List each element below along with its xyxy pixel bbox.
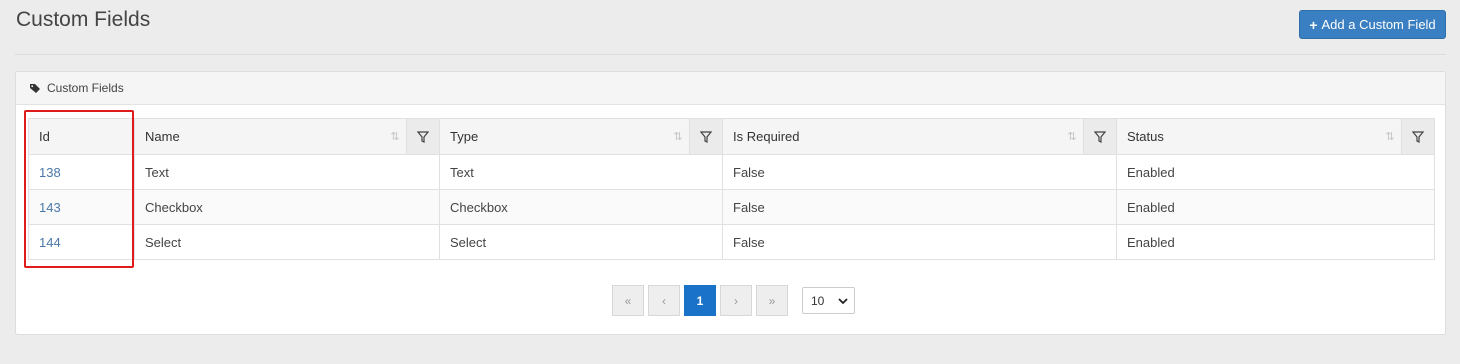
id-link[interactable]: 138 — [39, 165, 61, 180]
last-page-button[interactable]: » — [756, 285, 788, 316]
table-header-row: Id Name ⇅ Type ⇅ Is Required ⇅ Status ⇅ — [28, 118, 1435, 155]
cell-id: 144 — [28, 224, 135, 260]
table-row: 143 Checkbox Checkbox False Enabled — [28, 189, 1435, 225]
column-header-id[interactable]: Id — [28, 118, 135, 155]
cell-id: 143 — [28, 189, 135, 225]
column-header-name[interactable]: Name ⇅ — [134, 118, 440, 155]
cell-is-required: False — [722, 224, 1117, 260]
header-divider — [15, 54, 1446, 55]
first-page-button[interactable]: « — [612, 285, 644, 316]
cell-name: Text — [134, 154, 440, 190]
sort-icon[interactable]: ⇅ — [1061, 119, 1083, 154]
page-button-current[interactable]: 1 — [684, 285, 716, 316]
add-custom-field-label: Add a Custom Field — [1321, 17, 1436, 32]
page-title: Custom Fields — [16, 8, 151, 31]
sort-icon[interactable]: ⇅ — [1379, 119, 1401, 154]
cell-id: 138 — [28, 154, 135, 190]
cell-type: Select — [439, 224, 723, 260]
column-label: Id — [39, 129, 50, 144]
filter-icon[interactable] — [1401, 119, 1434, 154]
next-page-button[interactable]: › — [720, 285, 752, 316]
prev-page-button[interactable]: ‹ — [648, 285, 680, 316]
cell-type: Text — [439, 154, 723, 190]
table-row: 138 Text Text False Enabled — [28, 154, 1435, 190]
column-label: Is Required — [733, 129, 800, 144]
sort-icon[interactable]: ⇅ — [667, 119, 689, 154]
filter-icon[interactable] — [1083, 119, 1116, 154]
panel-heading: Custom Fields — [16, 72, 1445, 105]
sort-icon[interactable]: ⇅ — [384, 119, 406, 154]
filter-icon[interactable] — [406, 119, 439, 154]
cell-name: Select — [134, 224, 440, 260]
cell-status: Enabled — [1116, 224, 1435, 260]
page-size-select[interactable]: 10 — [802, 287, 855, 314]
column-label: Status — [1127, 129, 1164, 144]
cell-status: Enabled — [1116, 189, 1435, 225]
cell-name: Checkbox — [134, 189, 440, 225]
column-header-type[interactable]: Type ⇅ — [439, 118, 723, 155]
add-custom-field-button[interactable]: + Add a Custom Field — [1299, 10, 1446, 39]
panel-title: Custom Fields — [47, 81, 124, 95]
cell-is-required: False — [722, 189, 1117, 225]
cell-is-required: False — [722, 154, 1117, 190]
table-row: 144 Select Select False Enabled — [28, 224, 1435, 260]
page-size-value: 10 — [811, 293, 825, 308]
plus-icon: + — [1309, 16, 1318, 33]
custom-fields-table: Id Name ⇅ Type ⇅ Is Required ⇅ Status ⇅ … — [28, 118, 1435, 260]
filter-icon[interactable] — [689, 119, 722, 154]
column-header-status[interactable]: Status ⇅ — [1116, 118, 1435, 155]
cell-status: Enabled — [1116, 154, 1435, 190]
id-link[interactable]: 144 — [39, 235, 61, 250]
column-label: Type — [450, 129, 479, 144]
tags-icon — [30, 83, 41, 93]
column-label: Name — [145, 129, 180, 144]
cell-type: Checkbox — [439, 189, 723, 225]
column-header-is-required[interactable]: Is Required ⇅ — [722, 118, 1117, 155]
chevron-down-icon — [838, 294, 848, 308]
pagination: « ‹ 1 › » 10 — [612, 285, 855, 316]
id-link[interactable]: 143 — [39, 200, 61, 215]
